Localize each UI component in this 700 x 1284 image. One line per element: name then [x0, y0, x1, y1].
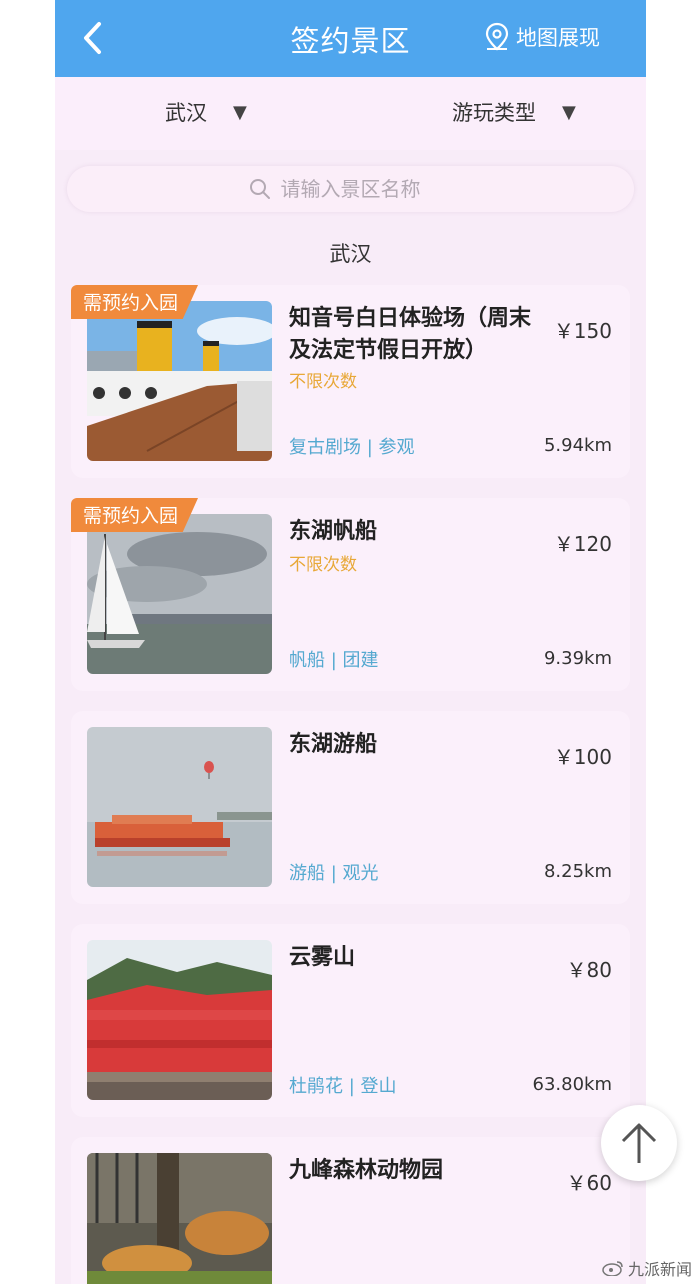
- scenic-card[interactable]: 需预约入园 知音号白日体验场（周末及法定节假日开放） ￥150 不限次数 复古剧…: [71, 285, 630, 478]
- scenic-price: ￥120: [553, 532, 612, 556]
- visit-limit: 不限次数: [289, 372, 357, 392]
- scroll-to-top-button[interactable]: [601, 1105, 677, 1181]
- scenic-name: 知音号白日体验场（周末及法定节假日开放）: [289, 306, 532, 363]
- map-view-label: 地图展现: [516, 26, 600, 50]
- dropdown-triangle-icon: ▼: [562, 101, 576, 123]
- dropdown-triangle-icon: ▼: [233, 101, 247, 123]
- play-type-filter[interactable]: 游玩类型 ▼: [452, 97, 576, 127]
- weibo-logo-icon: [602, 1261, 623, 1276]
- scenic-price: ￥60: [566, 1171, 612, 1195]
- scenic-distance: 9.39km: [543, 648, 612, 669]
- map-view-button[interactable]: 地图展现: [484, 22, 600, 52]
- visit-limit: 不限次数: [289, 555, 357, 575]
- scenic-tags: 帆船 | 团建: [289, 650, 379, 671]
- scenic-photo-tigers: [87, 1153, 272, 1284]
- scenic-card[interactable]: 东湖游船 ￥100 游船 | 观光 8.25km: [71, 711, 630, 904]
- reservation-badge: 需预约入园: [71, 285, 199, 319]
- app-screen: 签约景区 地图展现 武汉 ▼ 游玩类型 ▼ 武汉: [55, 0, 646, 1284]
- arrow-up-icon: [621, 1123, 657, 1163]
- city-filter-label: 武汉: [165, 101, 207, 125]
- scenic-card[interactable]: 九峰森林动物园 ￥60: [71, 1137, 630, 1284]
- section-title: 武汉: [329, 242, 372, 266]
- scenic-photo-tour-boat: [87, 727, 272, 887]
- map-pin-icon: [485, 22, 509, 51]
- scenic-price: ￥150: [553, 319, 612, 343]
- search-icon: [249, 179, 270, 199]
- watermark-text: 九派新闻: [627, 1260, 692, 1279]
- play-type-filter-label: 游玩类型: [452, 101, 536, 125]
- reservation-badge: 需预约入园: [71, 498, 199, 532]
- scenic-name: 东湖帆船: [289, 519, 378, 544]
- watermark: 九派新闻: [602, 1256, 692, 1280]
- scenic-tags: 复古剧场 | 参观: [289, 437, 415, 458]
- scenic-card[interactable]: 需预约入园 东湖帆船 ￥120 不限次数 帆船 | 团建 9.39km: [71, 498, 630, 691]
- scenic-distance: 8.25km: [543, 861, 612, 882]
- scenic-name: 云雾山: [289, 945, 356, 970]
- scenic-name: 东湖游船: [289, 732, 378, 757]
- scenic-tags: 游船 | 观光: [289, 863, 379, 884]
- scenic-name: 九峰森林动物园: [289, 1158, 444, 1183]
- scenic-price: ￥80: [566, 958, 612, 982]
- scenic-tags: 杜鹃花 | 登山: [289, 1076, 397, 1097]
- scenic-distance: 63.80km: [532, 1074, 613, 1095]
- search-bar: [67, 166, 634, 212]
- scenic-photo-ship-deck: [87, 301, 272, 461]
- scenic-price: ￥100: [553, 745, 612, 769]
- scenic-photo-sailboat: [87, 514, 272, 674]
- search-input[interactable]: [278, 176, 453, 202]
- filter-bar: 武汉 ▼ 游玩类型 ▼: [55, 77, 646, 150]
- top-bar: 签约景区 地图展现: [55, 0, 646, 77]
- scenic-card[interactable]: 云雾山 ￥80 杜鹃花 | 登山 63.80km: [71, 924, 630, 1117]
- scenic-photo-azalea-mountain: [87, 940, 272, 1100]
- city-filter[interactable]: 武汉 ▼: [165, 97, 247, 127]
- scenic-distance: 5.94km: [543, 435, 612, 456]
